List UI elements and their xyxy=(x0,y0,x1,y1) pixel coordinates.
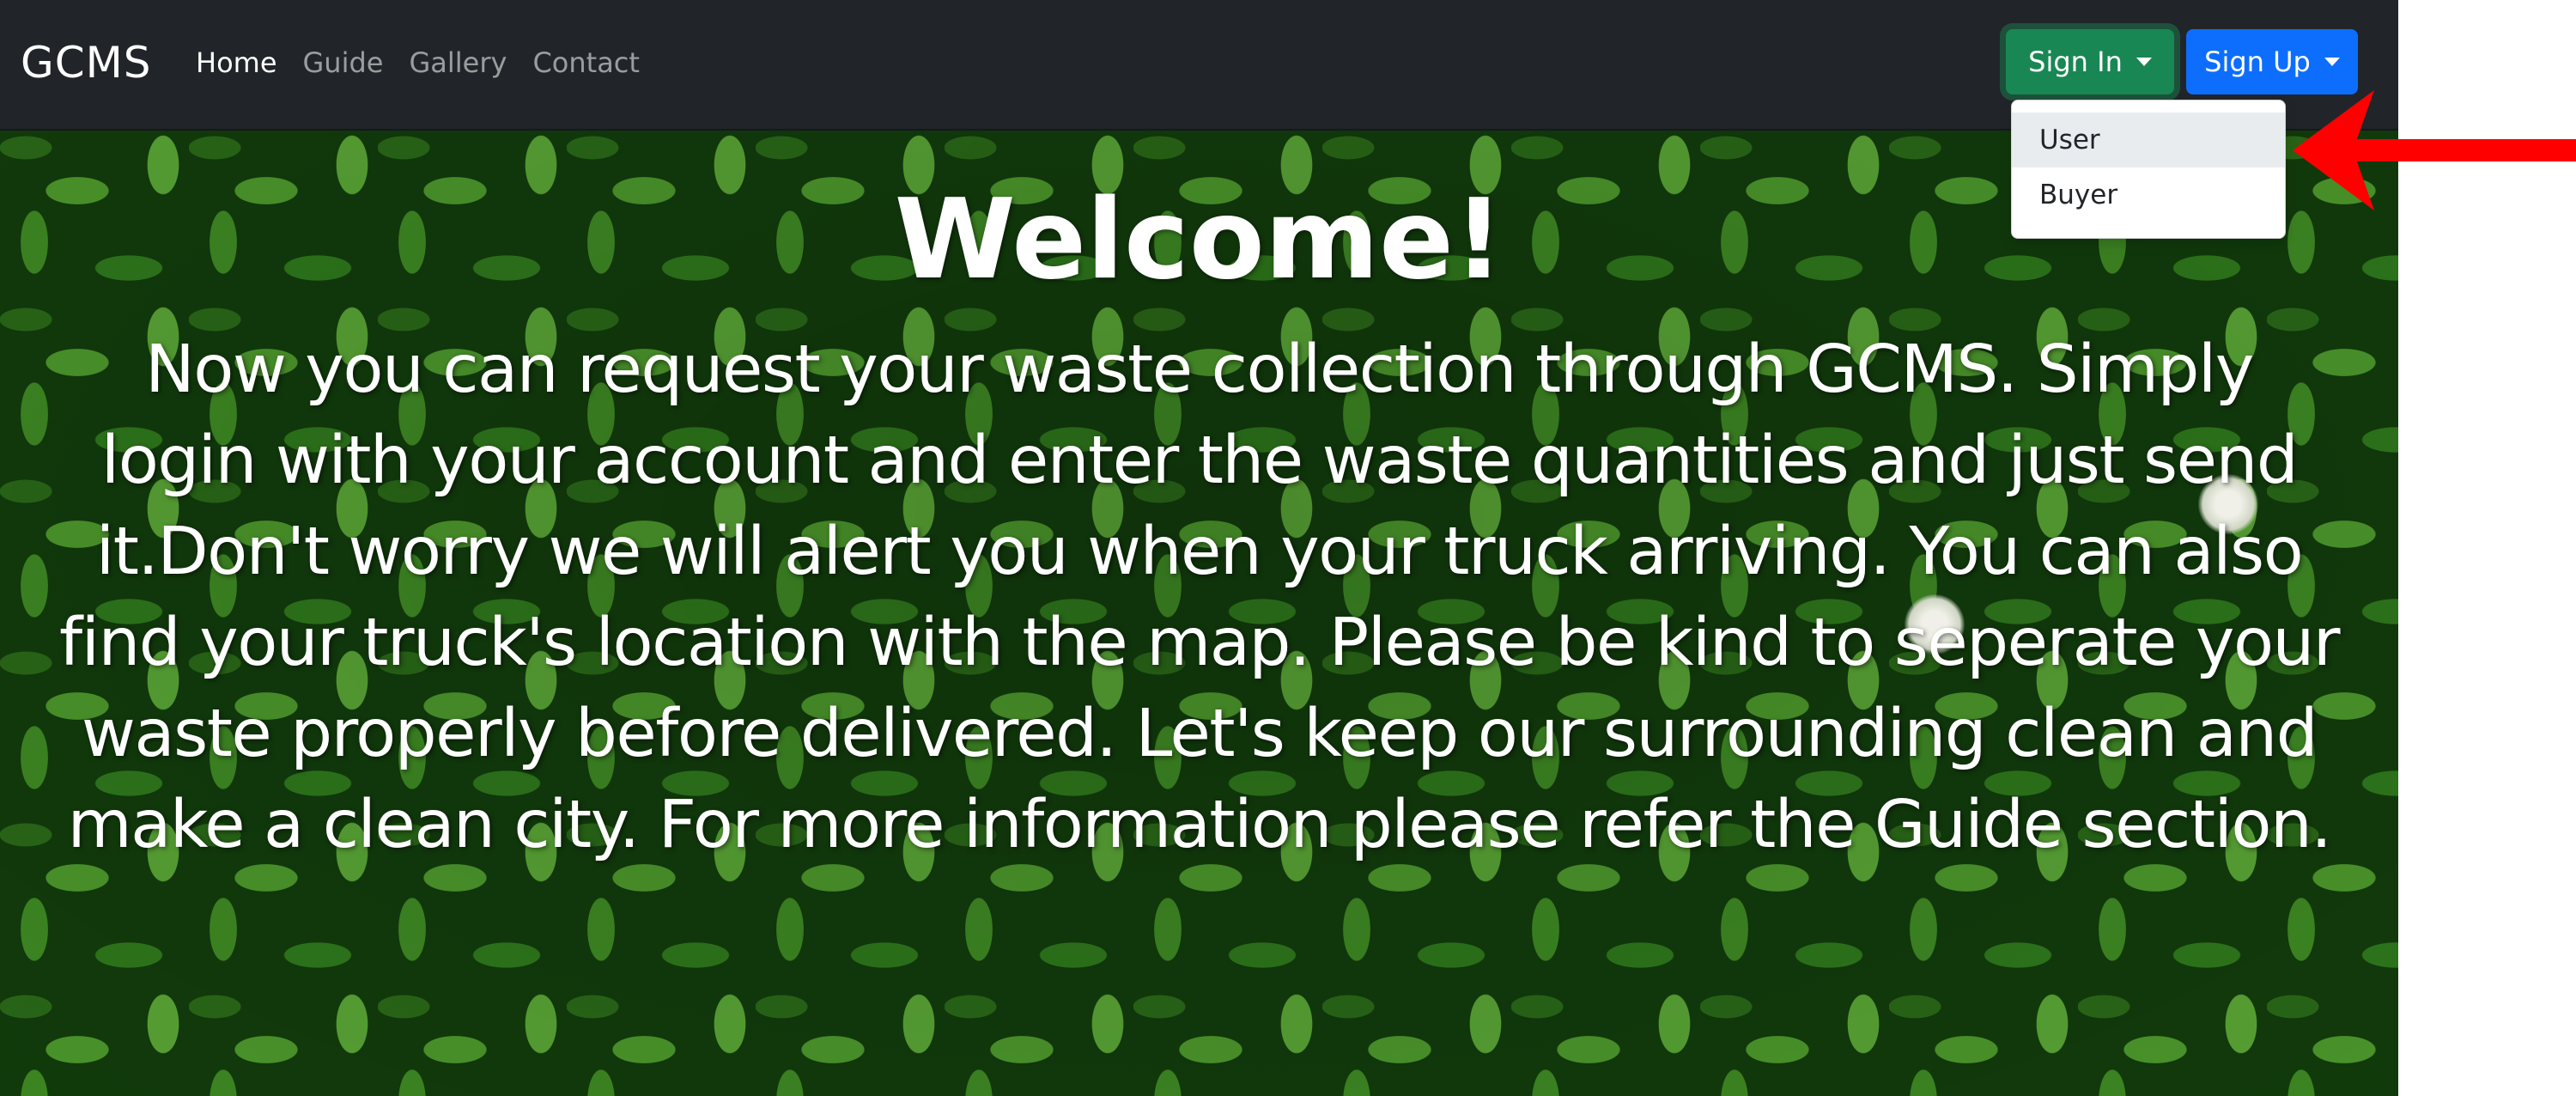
sign-in-button[interactable]: Sign In xyxy=(2006,29,2174,94)
nav-link-home[interactable]: Home xyxy=(196,41,277,84)
hero-section: Welcome! Now you can request your waste … xyxy=(0,131,2398,1096)
caret-down-icon xyxy=(2324,58,2340,66)
dropdown-item-buyer[interactable]: Buyer xyxy=(2012,167,2285,222)
sign-up-button[interactable]: Sign Up xyxy=(2186,29,2358,94)
hero-text-line: find your truck's location with the map.… xyxy=(58,605,2341,681)
sign-up-label: Sign Up xyxy=(2204,46,2311,78)
sign-in-label: Sign In xyxy=(2028,46,2123,78)
hero-text-line: make a clean city. For more information … xyxy=(67,787,2332,863)
dropdown-item-user[interactable]: User xyxy=(2012,113,2285,167)
hero-text-line: login with your account and enter the wa… xyxy=(100,423,2299,499)
red-arrow-icon xyxy=(2293,90,2576,210)
caret-down-icon xyxy=(2136,58,2152,66)
hero-text-line: Now you can request your waste collectio… xyxy=(145,332,2254,408)
nav-link-contact[interactable]: Contact xyxy=(532,41,640,84)
hero-text-line: waste properly before delivered. Let's k… xyxy=(81,696,2318,772)
hero-description: Now you can request your waste collectio… xyxy=(43,325,2355,871)
nav-link-gallery[interactable]: Gallery xyxy=(409,41,507,84)
nav-link-guide[interactable]: Guide xyxy=(303,41,384,84)
hero-text-line: it.Don't worry we will alert you when yo… xyxy=(95,514,2304,590)
nav-links: Home Guide Gallery Contact xyxy=(196,41,665,84)
brand-logo[interactable]: GCMS xyxy=(21,31,152,94)
sign-in-dropdown-menu: User Buyer xyxy=(2011,100,2286,239)
page: GCMS Home Guide Gallery Contact Sign In … xyxy=(0,0,2398,1096)
